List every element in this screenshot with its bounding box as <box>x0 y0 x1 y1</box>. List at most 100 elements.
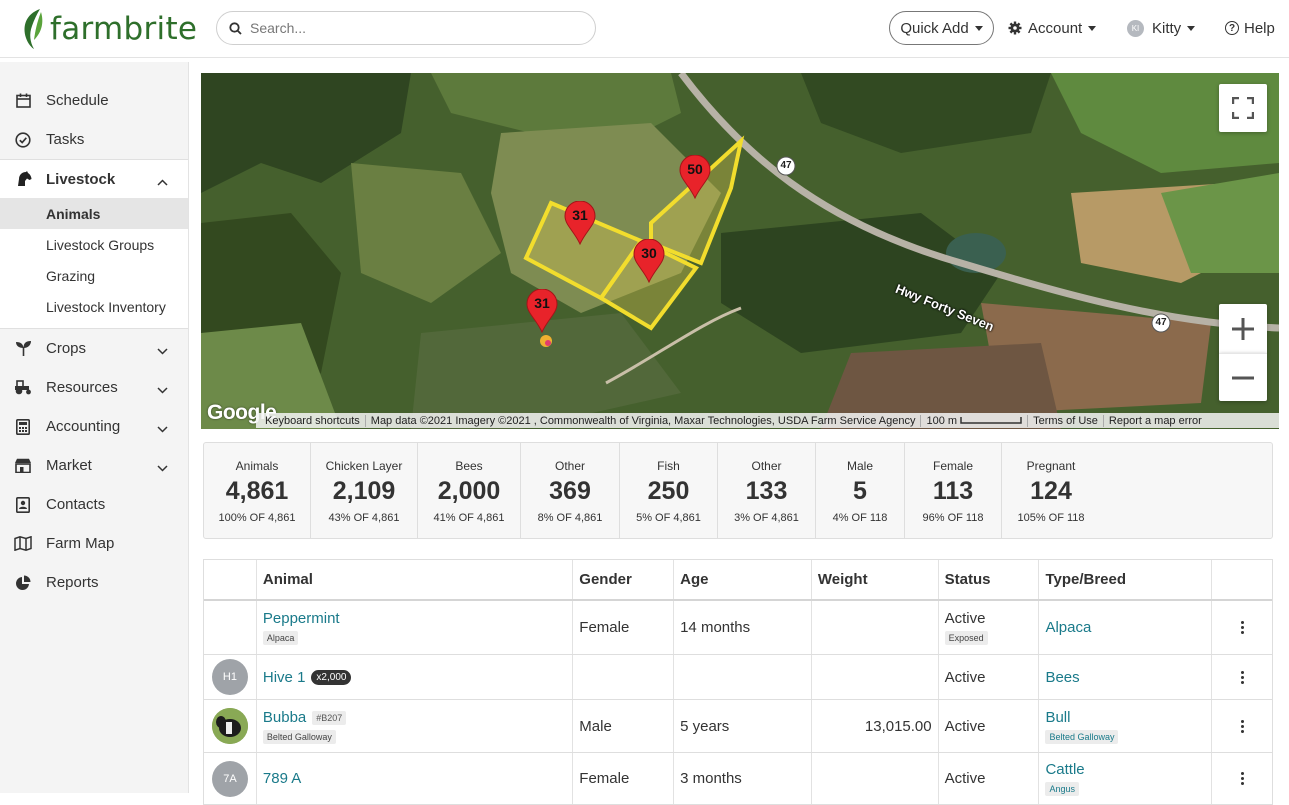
terms-of-use-link[interactable]: Terms of Use <box>1028 414 1104 427</box>
status-cell: Active <box>939 700 1040 752</box>
sidebar-subitem-grazing[interactable]: Grazing <box>0 260 188 291</box>
column-header-status[interactable]: Status <box>939 560 1040 599</box>
chevron-up-icon[interactable] <box>157 173 168 190</box>
report-map-error-link[interactable]: Report a map error <box>1104 415 1207 427</box>
stat-card[interactable]: Other 133 3% OF 4,861 <box>718 443 816 538</box>
avatar-cell: 7A <box>204 753 257 804</box>
marker-pin[interactable]: 30 <box>633 238 665 284</box>
age-cell: 3 months <box>674 753 812 804</box>
more-options-icon[interactable] <box>1240 719 1244 733</box>
table-row[interactable]: Bubba #B207 Belted Galloway Male 5 years … <box>204 700 1272 753</box>
search-input[interactable] <box>250 20 580 36</box>
type-link[interactable]: Bees <box>1045 669 1211 686</box>
help-link[interactable]: ? Help <box>1225 11 1275 45</box>
gender-cell: Female <box>573 753 675 804</box>
question-circle-icon: ? <box>1225 21 1239 35</box>
sidebar-item-resources[interactable]: Resources <box>0 368 188 407</box>
search-icon <box>229 21 242 35</box>
keyboard-shortcuts-link[interactable]: Keyboard shortcuts <box>260 414 366 427</box>
sidebar-subitem-animals[interactable]: Animals <box>0 198 188 229</box>
sidebar-subitem-livestock-inventory[interactable]: Livestock Inventory <box>0 291 188 322</box>
stat-value: 369 <box>549 477 591 505</box>
stat-label: Bees <box>455 459 483 473</box>
stat-card[interactable]: Animals 4,861 100% OF 4,861 <box>204 443 311 538</box>
sidebar-item-tasks[interactable]: Tasks <box>0 120 188 159</box>
fullscreen-button[interactable] <box>1219 84 1267 132</box>
more-options-icon[interactable] <box>1240 670 1244 684</box>
stat-card[interactable]: Female 113 96% OF 118 <box>905 443 1002 538</box>
column-header-animal[interactable]: Animal <box>257 560 574 599</box>
pie-chart-icon <box>14 574 32 592</box>
user-menu[interactable]: KI Kitty <box>1127 11 1196 45</box>
animal-type-tag: Belted Galloway <box>262 729 336 744</box>
chevron-down-icon[interactable] <box>157 381 168 398</box>
row-actions[interactable] <box>1212 700 1272 752</box>
column-header-gender[interactable]: Gender <box>573 560 675 599</box>
stat-card[interactable]: Male 5 4% OF 118 <box>816 443 905 538</box>
tractor-icon <box>14 379 32 397</box>
sidebar-item-contacts[interactable]: Contacts <box>0 485 188 524</box>
stat-card[interactable]: Pregnant 124 105% OF 118 <box>1002 443 1100 538</box>
sidebar-item-crops[interactable]: Crops <box>0 329 188 368</box>
table-row[interactable]: Peppermint Alpaca Female 14 months Activ… <box>204 601 1272 655</box>
minus-icon <box>1232 376 1254 379</box>
column-header-age[interactable]: Age <box>674 560 812 599</box>
zoom-in-button[interactable] <box>1219 304 1267 353</box>
farmbrite-logo[interactable]: farmbrite <box>20 7 197 51</box>
row-actions[interactable] <box>1212 753 1272 804</box>
zoom-out-button[interactable] <box>1219 353 1267 401</box>
map-scale[interactable]: 100 m <box>921 414 1029 427</box>
farm-map[interactable]: 47 47 Hwy Forty Seven 50 31 30 31 Google… <box>201 73 1279 429</box>
animal-name-link[interactable]: Peppermint <box>263 610 340 627</box>
type-link[interactable]: Cattle <box>1045 761 1084 778</box>
marker-pin[interactable]: 50 <box>679 154 711 200</box>
column-header-avatar <box>204 560 257 599</box>
animal-name-link[interactable]: Hive 1 <box>263 669 306 686</box>
more-options-icon[interactable] <box>1240 621 1244 634</box>
stat-card[interactable]: Other 369 8% OF 4,861 <box>521 443 620 538</box>
table-row[interactable]: 7A 789 A Female 3 months Active Cattle A… <box>204 753 1272 805</box>
satellite-imagery <box>201 73 1279 429</box>
chevron-down-icon[interactable] <box>157 459 168 476</box>
marker-pin[interactable]: 31 <box>526 288 558 334</box>
stat-subtext: 100% OF 4,861 <box>218 512 296 524</box>
animal-photo[interactable] <box>211 708 248 744</box>
type-link[interactable]: Alpaca <box>1045 619 1211 636</box>
more-options-icon[interactable] <box>1240 772 1244 785</box>
sidebar-item-accounting[interactable]: Accounting <box>0 407 188 446</box>
sidebar-subitem-livestock-groups[interactable]: Livestock Groups <box>0 229 188 260</box>
animal-cell: Peppermint Alpaca <box>257 601 574 654</box>
animal-name-link[interactable]: 789 A <box>263 770 301 787</box>
row-actions[interactable] <box>1212 655 1272 699</box>
marker-pin[interactable]: 31 <box>564 200 596 246</box>
sidebar-item-schedule[interactable]: Schedule <box>0 81 188 120</box>
breed-tag[interactable]: Angus <box>1045 782 1079 796</box>
animal-avatar[interactable]: 7A <box>211 760 248 797</box>
breed-tag[interactable]: Belted Galloway <box>1045 729 1119 744</box>
animal-name-link[interactable]: Bubba <box>263 709 306 726</box>
search-box[interactable] <box>216 11 596 45</box>
animal-avatar[interactable]: H1 <box>211 659 248 695</box>
row-actions[interactable] <box>1212 601 1272 654</box>
weight-cell <box>812 753 939 804</box>
animal-cell: Hive 1 x2,000 <box>257 655 574 699</box>
sidebar-item-market[interactable]: Market <box>0 446 188 485</box>
chevron-down-icon[interactable] <box>157 420 168 437</box>
type-cell: Alpaca <box>1039 601 1213 654</box>
table-row[interactable]: H1 Hive 1 x2,000 Active Bees <box>204 655 1272 700</box>
type-link[interactable]: Bull <box>1045 709 1070 726</box>
sidebar-item-farm-map[interactable]: Farm Map <box>0 524 188 563</box>
sidebar-item-livestock[interactable]: Livestock <box>0 159 188 198</box>
chevron-down-icon[interactable] <box>157 342 168 359</box>
stat-card[interactable]: Chicken Layer 2,109 43% OF 4,861 <box>311 443 418 538</box>
sidebar-item-reports[interactable]: Reports <box>0 563 188 602</box>
brand-name: farmbrite <box>50 11 198 47</box>
column-header-weight[interactable]: Weight <box>812 560 939 599</box>
quick-add-button[interactable]: Quick Add <box>889 11 994 45</box>
weight-cell <box>812 601 939 654</box>
account-menu[interactable]: Account <box>1008 11 1097 45</box>
column-header-type-breed[interactable]: Type/Breed <box>1039 560 1213 599</box>
stat-card[interactable]: Fish 250 5% OF 4,861 <box>620 443 718 538</box>
stat-card[interactable]: Bees 2,000 41% OF 4,861 <box>418 443 521 538</box>
sidebar-label: Resources <box>46 379 118 396</box>
